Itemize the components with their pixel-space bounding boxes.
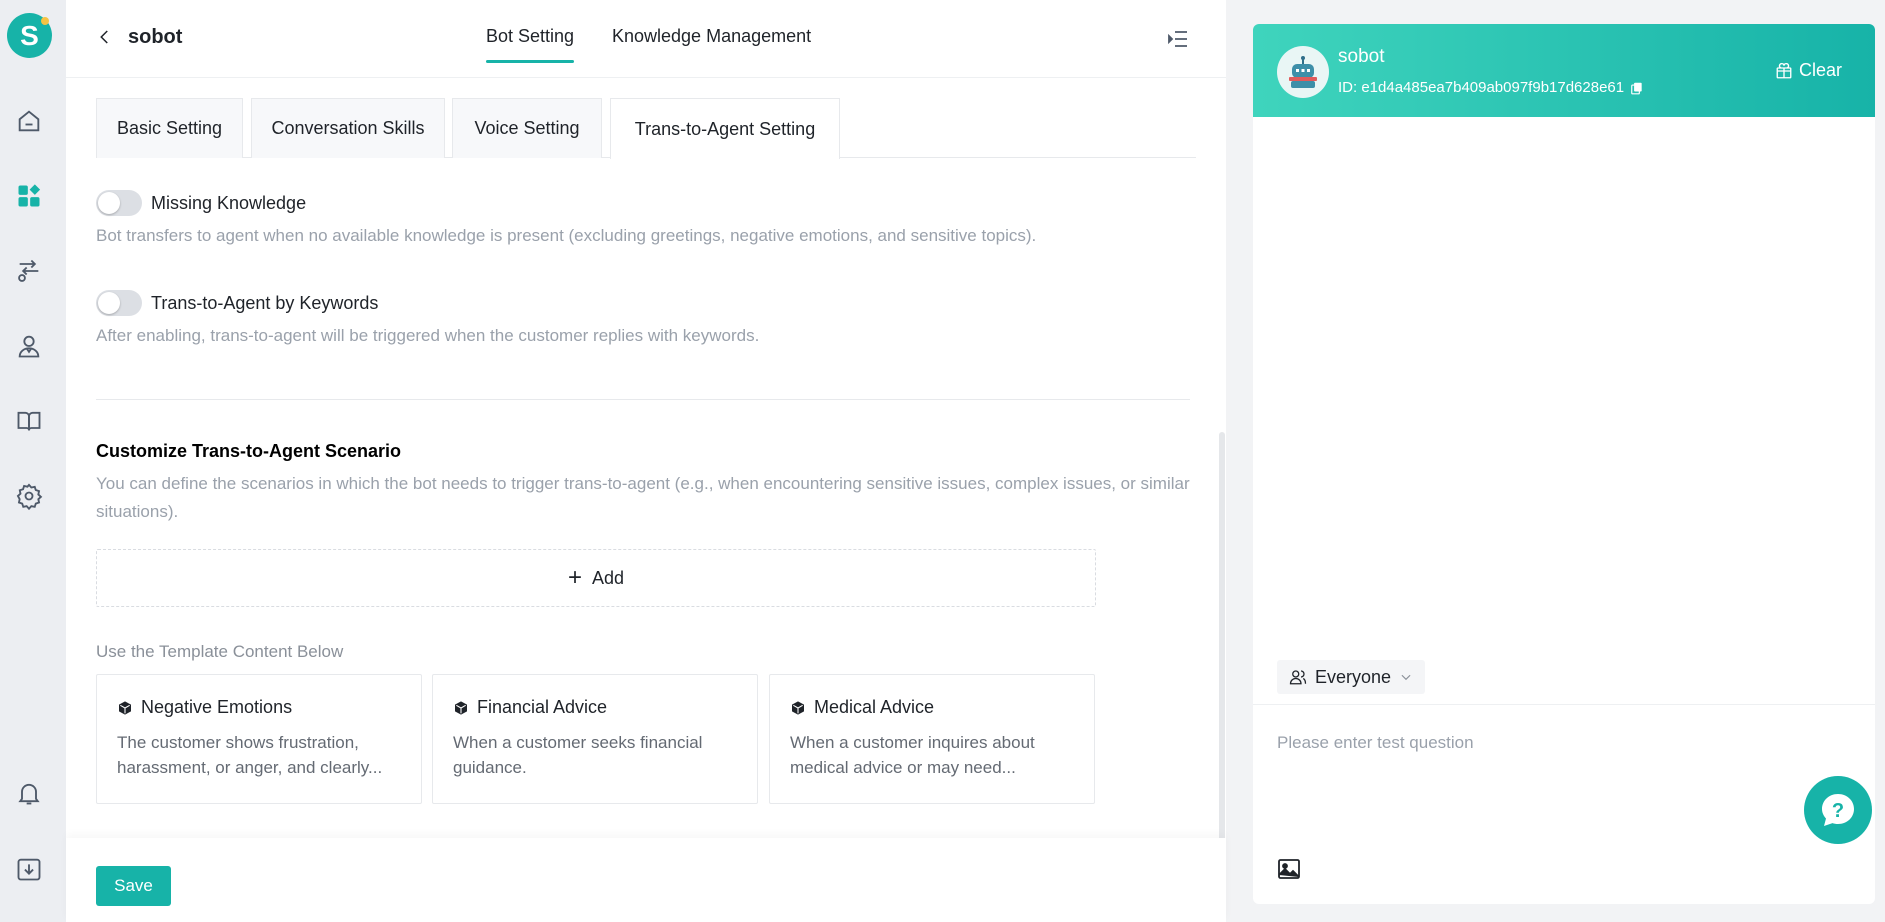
test-panel-header: sobot ID: e1d4a485ea7b409ab097f9b17d628e… bbox=[1253, 24, 1875, 117]
tab-knowledge-management[interactable]: Knowledge Management bbox=[612, 26, 811, 47]
add-scenario-button[interactable]: + Add bbox=[96, 549, 1096, 607]
template-title: Medical Advice bbox=[814, 697, 935, 717]
section-divider bbox=[96, 399, 1190, 400]
audience-value: Everyone bbox=[1315, 666, 1392, 687]
missing-knowledge-toggle[interactable] bbox=[96, 190, 142, 216]
cube-icon bbox=[792, 700, 804, 715]
scenario-title: Customize Trans-to-Agent Scenario bbox=[96, 441, 402, 461]
plus-icon: + bbox=[567, 564, 582, 591]
settings-tabs: Basic Setting Conversation Skills Voice … bbox=[96, 98, 1196, 159]
bell-icon bbox=[18, 783, 40, 805]
agent-icon bbox=[18, 335, 40, 358]
test-chat-panel: sobot ID: e1d4a485ea7b409ab097f9b17d628e… bbox=[1253, 24, 1875, 904]
sidebar-item-downloads[interactable] bbox=[14, 854, 44, 884]
keywords-description: After enabling, trans-to-agent will be t… bbox=[96, 326, 760, 345]
missing-knowledge-description: Bot transfers to agent when no available… bbox=[96, 226, 1037, 245]
sidebar-item-apps[interactable] bbox=[14, 181, 44, 211]
sidebar-item-home[interactable] bbox=[14, 106, 44, 136]
book-icon bbox=[17, 411, 41, 431]
save-button[interactable]: Save bbox=[96, 866, 171, 906]
template-card-financial-advice[interactable]: Financial Advice When a customer seeks f… bbox=[432, 674, 758, 804]
tab-voice-setting[interactable]: Voice Setting bbox=[452, 98, 602, 158]
page-title: sobot bbox=[128, 26, 183, 48]
help-chat-icon: ? bbox=[1822, 794, 1854, 826]
template-card-negative-emotions[interactable]: Negative Emotions The customer shows fru… bbox=[96, 674, 422, 804]
input-divider bbox=[1253, 704, 1875, 705]
help-button[interactable]: ? bbox=[1804, 776, 1872, 844]
scrollbar[interactable] bbox=[1219, 432, 1225, 842]
users-icon bbox=[1289, 670, 1307, 685]
keywords-label: Trans-to-Agent by Keywords bbox=[151, 293, 379, 313]
home-icon bbox=[18, 110, 40, 132]
audience-select[interactable]: Everyone bbox=[1277, 660, 1426, 694]
cube-icon bbox=[119, 700, 131, 715]
download-icon bbox=[17, 858, 41, 881]
tab-basic-setting[interactable]: Basic Setting bbox=[96, 98, 243, 158]
svg-text:?: ? bbox=[1832, 800, 1844, 822]
sidebar-item-agents[interactable] bbox=[14, 331, 44, 361]
template-title: Financial Advice bbox=[477, 697, 608, 717]
gear-icon bbox=[16, 483, 43, 510]
clear-button[interactable]: Clear bbox=[1775, 60, 1842, 81]
cube-icon bbox=[455, 700, 467, 715]
sidebar-item-knowledge[interactable] bbox=[14, 406, 44, 436]
template-title: Negative Emotions bbox=[141, 697, 293, 717]
tab-bot-setting[interactable]: Bot Setting bbox=[486, 26, 575, 63]
app-logo[interactable]: S bbox=[7, 13, 52, 58]
bot-avatar bbox=[1277, 46, 1329, 98]
route-icon bbox=[18, 259, 39, 282]
gift-icon bbox=[1776, 62, 1792, 78]
chevron-left-icon bbox=[100, 30, 108, 44]
missing-knowledge-label: Missing Knowledge bbox=[151, 193, 307, 213]
test-question-input[interactable] bbox=[1277, 728, 1697, 758]
tab-conversation-skills[interactable]: Conversation Skills bbox=[251, 98, 445, 158]
template-card-medical-advice[interactable]: Medical Advice When a customer inquires … bbox=[769, 674, 1095, 804]
apps-icon bbox=[18, 184, 41, 207]
tab-trans-to-agent-setting[interactable]: Trans-to-Agent Setting bbox=[610, 98, 840, 159]
copy-icon[interactable] bbox=[1630, 81, 1644, 95]
left-sidebar: S bbox=[0, 0, 66, 922]
template-description: When a customer seeks financial guidance… bbox=[453, 733, 703, 777]
main-panel: sobot Bot Setting Knowledge Management B… bbox=[66, 0, 1226, 922]
sidebar-item-routes[interactable] bbox=[14, 256, 44, 286]
footer-bar: Save bbox=[66, 838, 1226, 922]
add-label: Add bbox=[591, 567, 625, 588]
bot-id-text: ID: e1d4a485ea7b409ab097f9b17d628e61 bbox=[1338, 79, 1625, 96]
robot-icon bbox=[1289, 56, 1317, 88]
sidebar-item-notifications[interactable] bbox=[14, 778, 44, 808]
keywords-toggle[interactable] bbox=[96, 290, 142, 316]
test-bot-name: sobot bbox=[1338, 46, 1385, 67]
image-upload-icon[interactable] bbox=[1277, 858, 1301, 880]
sidebar-item-settings[interactable] bbox=[14, 481, 44, 511]
template-heading: Use the Template Content Below bbox=[96, 642, 344, 661]
clear-label: Clear bbox=[1799, 60, 1843, 80]
template-description: When a customer inquires about medical a… bbox=[790, 733, 1035, 777]
back-button[interactable] bbox=[94, 26, 116, 48]
menu-fold-icon[interactable] bbox=[1166, 27, 1190, 51]
template-description: The customer shows frustration, harassme… bbox=[117, 733, 383, 777]
chevron-down-icon bbox=[1401, 674, 1411, 681]
top-bar: sobot Bot Setting Knowledge Management bbox=[66, 0, 1226, 78]
scenario-description: You can define the scenarios in which th… bbox=[96, 474, 1190, 521]
bot-id: ID: e1d4a485ea7b409ab097f9b17d628e61 bbox=[1338, 79, 1644, 96]
